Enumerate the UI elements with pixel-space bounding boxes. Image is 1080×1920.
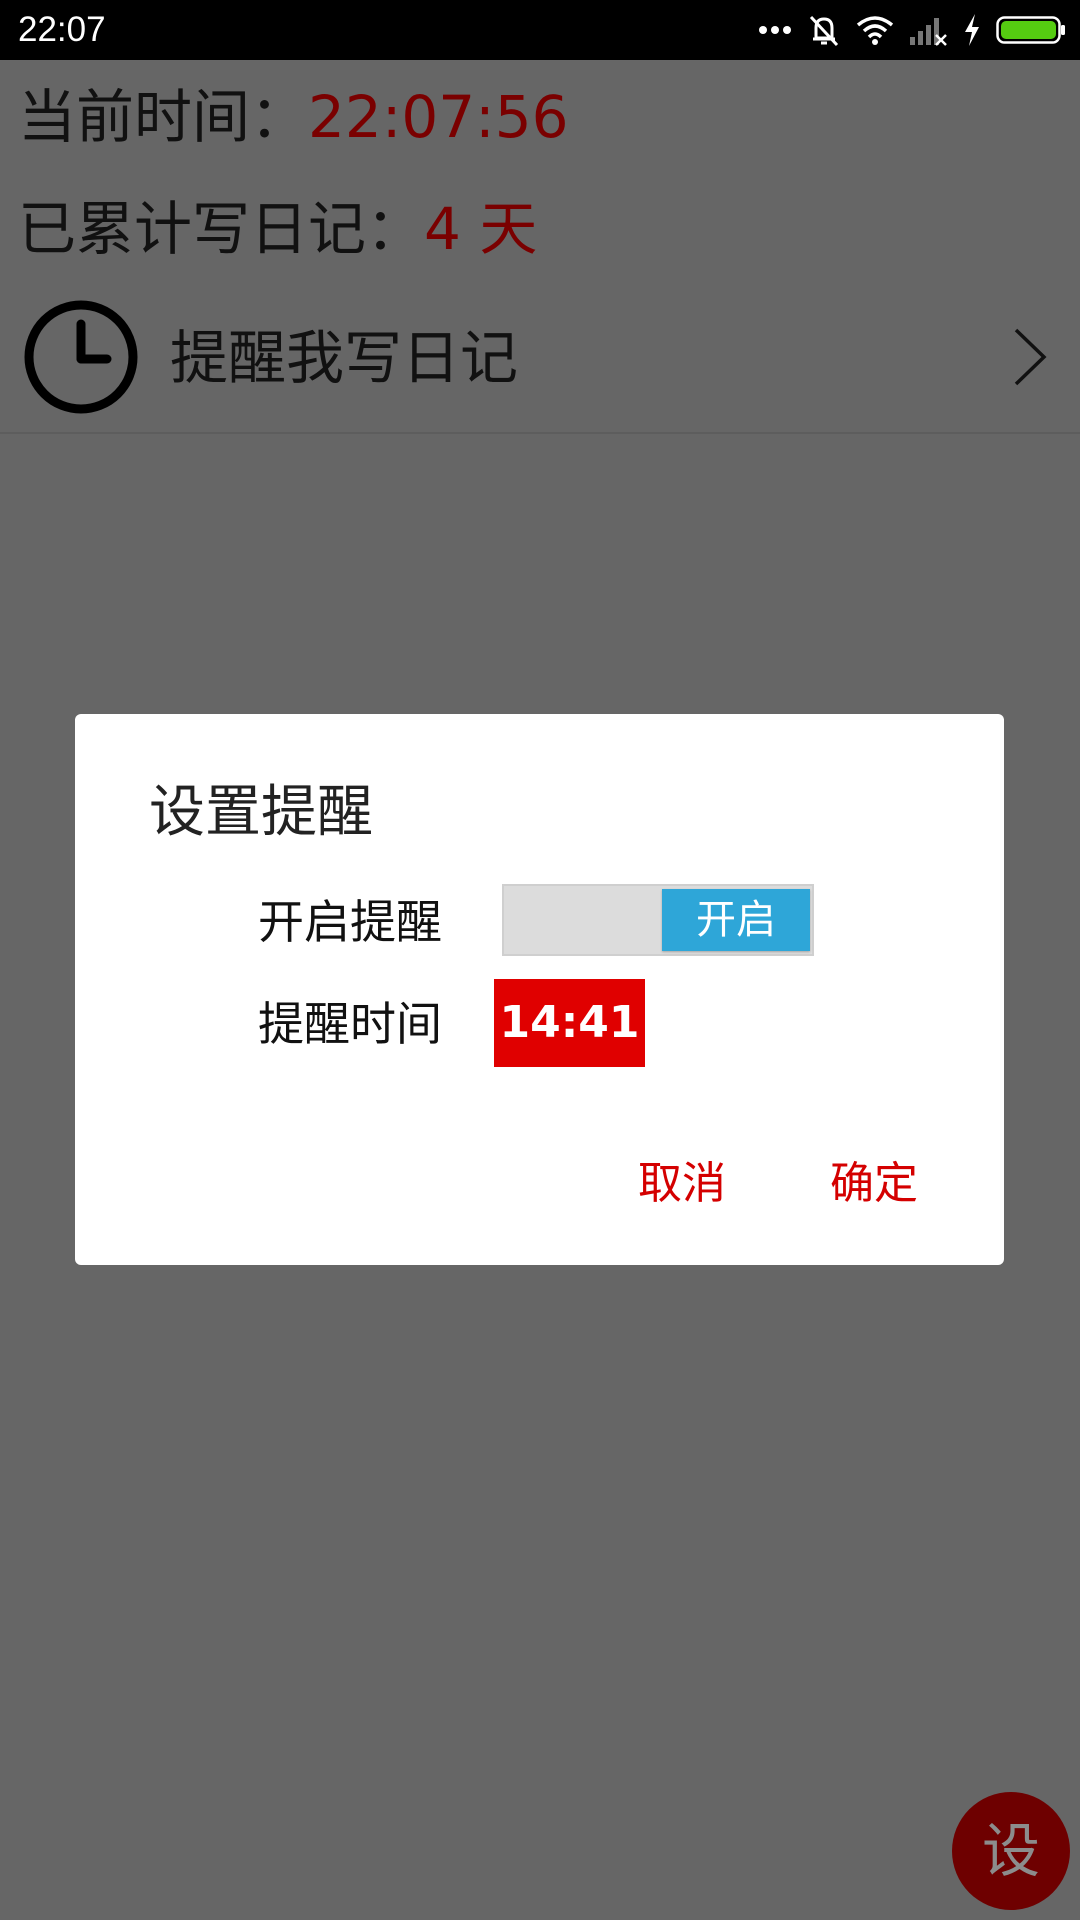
diary-days-line: 已累计写日记：4 天 — [18, 194, 537, 264]
wifi-icon — [856, 14, 894, 46]
reminder-dialog: 设置提醒 开启提醒 开启 提醒时间 14:41 取消 确定 — [75, 714, 1004, 1265]
enable-reminder-label: 开启提醒 — [258, 895, 442, 949]
reminder-time-picker[interactable]: 14:41 — [494, 979, 645, 1067]
toggle-knob: 开启 — [662, 889, 810, 951]
cancel-button[interactable]: 取消 — [638, 1154, 726, 1214]
diary-days-label: 已累计写日记： — [18, 195, 425, 263]
clock-icon — [22, 298, 140, 416]
dialog-title: 设置提醒 — [149, 780, 373, 845]
ok-button[interactable]: 确定 — [830, 1154, 918, 1214]
no-signal-icon — [908, 13, 948, 47]
charging-icon — [962, 13, 982, 47]
current-time-label: 当前时间： — [18, 83, 309, 151]
chevron-right-icon — [1010, 326, 1050, 388]
reminder-row-label: 提醒我写日记 — [170, 324, 519, 392]
current-time-line: 当前时间：22:07:56 — [18, 82, 569, 152]
settings-fab[interactable]: 设 — [952, 1792, 1070, 1910]
screen: 22:07 当前时间：22:07:56 已累计写日记：4 天 提醒我写日记 设 … — [0, 0, 1080, 1920]
current-time-value: 22:07:56 — [308, 83, 569, 151]
fab-label: 设 — [981, 1817, 1040, 1885]
status-bar: 22:07 — [0, 0, 1080, 60]
diary-days-value: 4 天 — [424, 195, 538, 263]
vibrate-off-icon — [806, 12, 842, 48]
battery-icon — [996, 15, 1066, 45]
enable-reminder-toggle[interactable]: 开启 — [502, 884, 814, 956]
status-time: 22:07 — [18, 10, 106, 49]
reminder-row[interactable]: 提醒我写日记 — [0, 290, 1080, 434]
more-dots-icon — [758, 24, 792, 36]
reminder-time-label: 提醒时间 — [258, 997, 442, 1051]
status-icons — [758, 10, 1066, 50]
